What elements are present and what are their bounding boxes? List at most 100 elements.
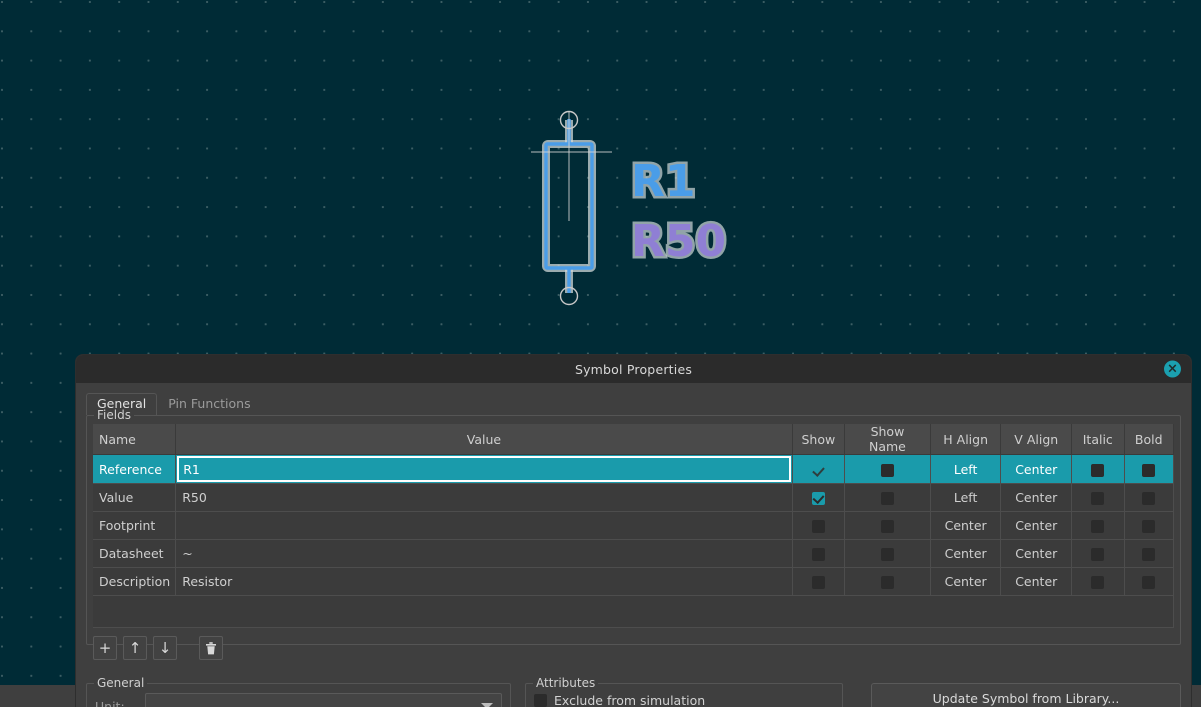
cell-show[interactable] xyxy=(792,539,846,568)
cell-field-value[interactable] xyxy=(175,511,793,540)
column-header-show-name[interactable]: Show Name xyxy=(844,424,931,455)
cell-h-align[interactable]: Left xyxy=(930,483,1002,512)
symbol-value-label[interactable]: R50 xyxy=(631,216,726,267)
cell-italic[interactable] xyxy=(1071,567,1125,596)
cell-show-name[interactable] xyxy=(844,567,931,596)
checkbox-icon[interactable] xyxy=(811,520,825,533)
table-row[interactable]: Description Resistor Center Center xyxy=(93,567,1174,596)
checkbox-icon[interactable] xyxy=(1091,492,1105,505)
cell-italic[interactable] xyxy=(1071,511,1125,540)
cell-field-name[interactable]: Description xyxy=(93,567,177,596)
column-header-v-align[interactable]: V Align xyxy=(1000,424,1073,455)
cell-show[interactable] xyxy=(792,567,846,596)
cell-bold[interactable] xyxy=(1124,454,1174,484)
cell-field-value-editor[interactable]: R1 xyxy=(175,454,793,484)
checkbox-checked-icon[interactable] xyxy=(811,492,825,505)
symbol-properties-dialog: Symbol Properties × General Pin Function… xyxy=(76,355,1191,707)
cell-italic[interactable] xyxy=(1071,454,1125,484)
trash-icon[interactable] xyxy=(199,636,223,660)
cell-show-name[interactable] xyxy=(844,483,931,512)
cell-field-name[interactable]: Reference xyxy=(93,454,177,484)
cell-italic[interactable] xyxy=(1071,539,1125,568)
dialog-tabs: General Pin Functions xyxy=(86,393,1181,415)
cell-show[interactable] xyxy=(792,483,846,512)
checkbox-icon[interactable] xyxy=(880,463,894,477)
checkbox-icon[interactable] xyxy=(811,548,825,561)
column-header-h-align[interactable]: H Align xyxy=(930,424,1002,455)
table-row[interactable]: Footprint Center Center xyxy=(93,511,1174,540)
cell-h-align[interactable]: Left xyxy=(930,454,1002,484)
unit-dropdown[interactable] xyxy=(145,693,502,707)
cell-h-align[interactable]: Center xyxy=(930,567,1002,596)
checkmark-icon[interactable] xyxy=(812,464,825,477)
cell-field-name[interactable]: Footprint xyxy=(93,511,177,540)
column-header-show[interactable]: Show xyxy=(792,424,846,455)
arrow-up-icon[interactable]: ↑ xyxy=(123,636,147,660)
cell-show-name[interactable] xyxy=(844,511,931,540)
checkbox-icon[interactable] xyxy=(1091,576,1105,589)
update-symbol-from-library-button[interactable]: Update Symbol from Library... xyxy=(871,683,1181,707)
table-empty-area xyxy=(93,596,1174,628)
cell-field-value[interactable]: Resistor xyxy=(175,567,793,596)
checkbox-icon[interactable] xyxy=(1091,548,1105,561)
checkbox-icon[interactable] xyxy=(1091,520,1105,533)
cell-field-name[interactable]: Value xyxy=(93,483,177,512)
general-group: General Unit: xyxy=(86,676,511,707)
checkbox-icon[interactable] xyxy=(880,548,894,561)
chevron-down-icon xyxy=(481,703,493,707)
cell-v-align[interactable]: Center xyxy=(1000,454,1073,484)
fields-table[interactable]: Name Value Show Show Name H Align V Alig… xyxy=(93,424,1174,596)
cell-bold[interactable] xyxy=(1124,511,1174,540)
table-header-row: Name Value Show Show Name H Align V Alig… xyxy=(93,424,1174,455)
cell-v-align[interactable]: Center xyxy=(1000,511,1073,540)
plus-icon[interactable]: + xyxy=(93,636,117,660)
checkbox-icon[interactable] xyxy=(1142,520,1156,533)
checkbox-icon[interactable] xyxy=(880,576,894,589)
tab-pin-functions[interactable]: Pin Functions xyxy=(157,393,261,415)
checkbox-icon[interactable] xyxy=(1142,463,1156,477)
cell-show-name[interactable] xyxy=(844,539,931,568)
cell-v-align[interactable]: Center xyxy=(1000,539,1073,568)
cell-field-value[interactable]: ~ xyxy=(175,539,793,568)
cell-field-value[interactable]: R50 xyxy=(175,483,793,512)
checkbox-icon[interactable] xyxy=(1142,548,1156,561)
dialog-title: Symbol Properties xyxy=(574,361,693,377)
exclude-from-simulation-row: Exclude from simulation xyxy=(534,693,834,707)
symbol-reference-label[interactable]: R1 xyxy=(631,156,696,207)
column-header-italic[interactable]: Italic xyxy=(1071,424,1125,455)
column-header-value[interactable]: Value xyxy=(175,424,793,455)
field-value-input[interactable]: R1 xyxy=(177,456,791,482)
table-row[interactable]: Datasheet ~ Center Center xyxy=(93,539,1174,568)
checkbox-icon[interactable] xyxy=(1142,492,1156,505)
general-group-legend: General xyxy=(94,676,148,690)
cell-field-name[interactable]: Datasheet xyxy=(93,539,177,568)
close-icon[interactable]: × xyxy=(1164,360,1181,378)
checkbox-icon[interactable] xyxy=(1142,576,1156,589)
cell-show-name[interactable] xyxy=(844,454,931,484)
checkbox-icon[interactable] xyxy=(880,520,894,533)
unit-label: Unit: xyxy=(95,698,125,707)
exclude-from-simulation-label: Exclude from simulation xyxy=(554,693,706,707)
checkbox-icon[interactable] xyxy=(880,492,894,505)
cell-show[interactable] xyxy=(792,454,846,484)
cell-bold[interactable] xyxy=(1124,539,1174,568)
fields-toolbar: + ↑ ↓ xyxy=(93,636,1174,660)
cell-show[interactable] xyxy=(792,511,846,540)
fields-group: Fields Name Value Show Show Name H Align… xyxy=(86,408,1181,660)
cell-italic[interactable] xyxy=(1071,483,1125,512)
checkbox-icon[interactable] xyxy=(1091,463,1105,477)
table-row[interactable]: Reference R1 Left Center xyxy=(93,454,1174,484)
exclude-from-simulation-checkbox[interactable] xyxy=(534,694,547,707)
cell-h-align[interactable]: Center xyxy=(930,511,1002,540)
cell-v-align[interactable]: Center xyxy=(1000,567,1073,596)
cell-v-align[interactable]: Center xyxy=(1000,483,1073,512)
column-header-name[interactable]: Name xyxy=(93,424,177,455)
checkbox-icon[interactable] xyxy=(811,576,825,589)
unit-row: Unit: xyxy=(95,693,502,707)
cell-bold[interactable] xyxy=(1124,483,1174,512)
table-row[interactable]: Value R50 Left Center xyxy=(93,483,1174,512)
column-header-bold[interactable]: Bold xyxy=(1124,424,1174,455)
arrow-down-icon[interactable]: ↓ xyxy=(153,636,177,660)
cell-bold[interactable] xyxy=(1124,567,1174,596)
cell-h-align[interactable]: Center xyxy=(930,539,1002,568)
